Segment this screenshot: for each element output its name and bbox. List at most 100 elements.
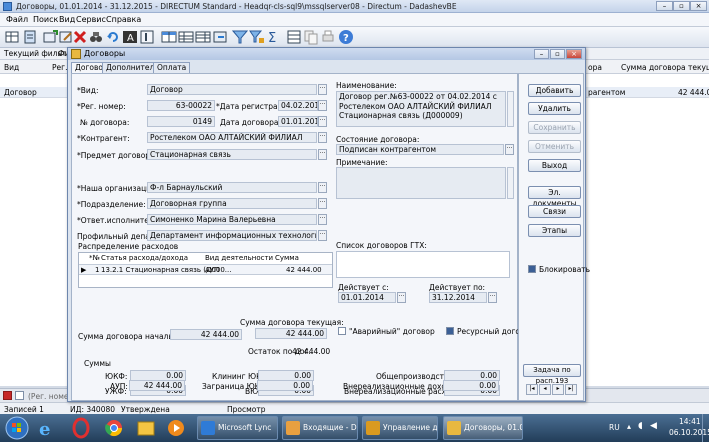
tab-payment[interactable]: Оплата xyxy=(153,62,191,73)
show-desktop-button[interactable] xyxy=(702,414,709,442)
note-scrollbar[interactable] xyxy=(507,167,514,199)
table-icon[interactable] xyxy=(178,29,194,45)
active-from-picker-button[interactable]: ··· xyxy=(397,292,406,303)
filter-settings-icon[interactable] xyxy=(249,29,265,45)
active-from-field[interactable]: 01.01.2014 xyxy=(338,292,396,303)
emergency-checkbox[interactable] xyxy=(338,327,346,335)
add-button[interactable]: Добавить xyxy=(528,84,581,97)
taskbar-contracts[interactable]: Договоры, 01.01.... xyxy=(443,416,523,440)
dog-date-field[interactable]: 01.01.2014 xyxy=(278,116,318,127)
org-lookup-button[interactable]: ··· xyxy=(318,182,327,193)
col-dog-short[interactable]: ора xyxy=(588,63,602,72)
properties-icon[interactable] xyxy=(139,29,155,45)
nav-first-button[interactable]: |◂ xyxy=(526,384,538,395)
close-button[interactable]: × xyxy=(690,1,707,11)
stages-button[interactable]: Этапы xyxy=(528,224,581,237)
taskbar-lync[interactable]: Microsoft Lync xyxy=(197,416,278,440)
sum-icon[interactable]: Σ xyxy=(266,29,282,45)
exp-col-item[interactable]: Статья расхода/дохода xyxy=(101,254,188,262)
profile-lookup-button[interactable]: ··· xyxy=(318,230,327,241)
state-lookup-button[interactable]: ··· xyxy=(505,144,514,155)
note-field[interactable] xyxy=(336,167,506,199)
active-to-field[interactable]: 31.12.2014 xyxy=(429,292,487,303)
copy-icon[interactable] xyxy=(303,29,319,45)
subject-lookup-button[interactable]: ··· xyxy=(318,149,327,160)
menu-help[interactable]: Справка xyxy=(106,15,141,24)
taskbar-contracts-mgmt[interactable]: Управление догов... xyxy=(362,416,438,440)
menu-view[interactable]: Вид xyxy=(59,15,75,24)
resource-checkbox[interactable] xyxy=(446,327,454,335)
clock-time[interactable]: 14:41 xyxy=(679,417,701,426)
edocs-button[interactable]: Эл. документы xyxy=(528,186,581,208)
card-view-icon[interactable] xyxy=(22,29,38,45)
tray-up-icon[interactable]: ▴ xyxy=(627,422,631,431)
print-icon[interactable] xyxy=(320,29,336,45)
delete-icon[interactable] xyxy=(72,29,88,45)
vid-field[interactable]: Договор xyxy=(147,84,317,95)
nav-last-button[interactable]: ▸| xyxy=(565,384,577,395)
explorer-icon[interactable] xyxy=(135,416,157,440)
taskbar-outlook[interactable]: Входящие - Dada... xyxy=(282,416,358,440)
minimize-button[interactable]: – xyxy=(656,1,673,11)
filter-icon[interactable] xyxy=(232,29,248,45)
cancel-button[interactable]: Отменить xyxy=(528,140,581,153)
col-vid[interactable]: Вид xyxy=(4,63,19,72)
language-indicator[interactable]: RU xyxy=(609,423,620,432)
exp-col-activity[interactable]: Вид деятельности xyxy=(205,254,273,262)
name-scrollbar[interactable] xyxy=(507,91,514,127)
org-field[interactable]: Ф-л Барнаульский xyxy=(147,182,317,193)
menu-search[interactable]: Поиск xyxy=(33,15,58,24)
task-button[interactable]: Задача по расп.193 xyxy=(523,364,581,385)
reg-field[interactable]: 63-00022 xyxy=(147,100,215,111)
new-record-icon[interactable] xyxy=(42,29,58,45)
dialog-close-button[interactable]: × xyxy=(566,49,582,59)
dialog-maximize-button[interactable]: ▫ xyxy=(550,49,565,59)
text-icon[interactable]: A xyxy=(122,29,138,45)
table-alt-icon[interactable] xyxy=(195,29,211,45)
nav-prev-button[interactable]: ◂ xyxy=(539,384,551,395)
contractor-field[interactable]: Ростелеком ОАО АЛТАЙСКИЙ ФИЛИАЛ xyxy=(147,132,317,143)
dept-field[interactable]: Договорная группа xyxy=(147,198,317,209)
exp-col-n[interactable]: *№ xyxy=(89,254,100,262)
dialog-minimize-button[interactable]: – xyxy=(534,49,549,59)
save-button[interactable]: Сохранить xyxy=(528,121,581,134)
links-button[interactable]: Связи xyxy=(528,205,581,218)
gtx-list[interactable] xyxy=(336,251,510,278)
network-icon[interactable]: ◖ xyxy=(638,421,643,431)
state-field[interactable]: Подписан контрагентом xyxy=(336,144,504,155)
name-field[interactable]: Договор рег.№63-00022 от 04.02.2014 с Ро… xyxy=(336,91,506,127)
exit-button[interactable]: Выход xyxy=(528,159,581,172)
menu-service[interactable]: Сервис xyxy=(76,15,106,24)
refresh-icon[interactable] xyxy=(105,29,121,45)
grid-settings-icon[interactable] xyxy=(286,29,302,45)
resp-lookup-button[interactable]: ··· xyxy=(318,214,327,225)
find-icon[interactable] xyxy=(88,29,104,45)
col-sum-current[interactable]: Сумма договора текущая xyxy=(621,63,709,72)
media-player-icon[interactable] xyxy=(165,416,187,440)
menu-file[interactable]: Файл xyxy=(6,15,28,24)
help-icon[interactable]: ? xyxy=(338,29,354,45)
export-icon[interactable] xyxy=(212,29,228,45)
delete-button[interactable]: Удалить xyxy=(528,102,581,115)
opera-icon[interactable] xyxy=(70,416,92,440)
resp-field[interactable]: Симоненко Марина Валерьевна xyxy=(147,214,317,225)
start-button[interactable] xyxy=(4,415,30,440)
contractor-lookup-button[interactable]: ··· xyxy=(318,132,327,143)
dog-date-picker-button[interactable]: ··· xyxy=(318,116,327,127)
ie-icon[interactable]: e xyxy=(36,416,58,440)
reg-date-picker-button[interactable]: ··· xyxy=(318,100,327,111)
dept-lookup-button[interactable]: ··· xyxy=(318,198,327,209)
vid-lookup-button[interactable]: ··· xyxy=(318,84,327,95)
subject-field[interactable]: Стационарная связь xyxy=(147,149,317,160)
table-row[interactable]: ▶ 1 13.2.1 Стационарная связь (Д000... А… xyxy=(79,264,332,275)
active-to-picker-button[interactable]: ··· xyxy=(488,292,497,303)
chrome-icon[interactable] xyxy=(103,416,125,440)
grid-view-icon[interactable] xyxy=(4,29,20,45)
reg-date-field[interactable]: 04.02.2014 xyxy=(278,100,318,111)
nav-next-button[interactable]: ▸ xyxy=(552,384,564,395)
volume-icon[interactable]: ◀ xyxy=(650,421,657,431)
columns-icon[interactable] xyxy=(161,29,177,45)
exp-col-sum[interactable]: Сумма xyxy=(275,254,299,262)
status-checkbox[interactable] xyxy=(15,391,24,400)
dog-no-field[interactable]: 0149 xyxy=(147,116,215,127)
